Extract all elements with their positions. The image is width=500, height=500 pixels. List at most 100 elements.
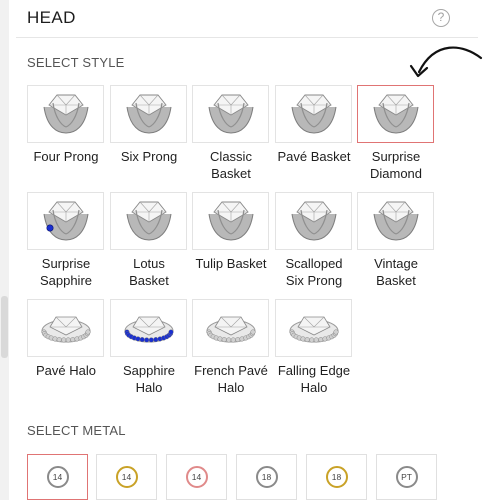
- style-label-line: Six Prong: [120, 149, 178, 164]
- ring-head-sapphire-halo-icon: [123, 316, 174, 343]
- style-option-label: Tulip Basket: [185, 255, 277, 289]
- metal-swatch-icon: 14: [46, 466, 69, 488]
- ring-head-vintage-basket-icon: [373, 201, 418, 241]
- style-option-label: Sapphire Halo: [103, 362, 195, 396]
- style-option-image[interactable]: [192, 192, 269, 250]
- style-option-label: Falling Edge Halo: [268, 362, 360, 396]
- style-option-image[interactable]: [27, 192, 104, 250]
- metal-swatch-icon: 18: [255, 466, 278, 488]
- style-option-label: Pavé Basket: [268, 148, 360, 182]
- style-option-pave-basket[interactable]: Pavé Basket: [275, 85, 352, 182]
- style-option-surprise-sapphire[interactable]: Surprise Sapphire: [27, 192, 104, 289]
- select-style-label: SELECT STYLE: [27, 55, 125, 70]
- style-option-label: Scalloped Six Prong: [268, 255, 360, 289]
- ring-head-four-prong-icon: [43, 94, 88, 134]
- style-option-image[interactable]: [357, 192, 434, 250]
- style-option-image[interactable]: [357, 85, 434, 143]
- style-option-label: Six Prong: [103, 148, 195, 182]
- style-option-scalloped-six-prong[interactable]: Scalloped Six Prong: [275, 192, 352, 289]
- style-label-line: [20, 165, 112, 182]
- metal-option-5[interactable]: PT: [376, 454, 437, 500]
- style-label-line: Halo: [135, 380, 163, 395]
- style-label-line: [20, 379, 112, 396]
- style-option-sapphire-halo[interactable]: Sapphire Halo: [110, 299, 187, 396]
- style-option-four-prong[interactable]: Four Prong: [27, 85, 104, 182]
- style-label-line: Halo: [217, 380, 245, 395]
- style-option-image[interactable]: [275, 192, 352, 250]
- style-option-image[interactable]: [275, 85, 352, 143]
- style-option-image[interactable]: [192, 85, 269, 143]
- style-option-label: Surprise Diamond: [350, 148, 442, 182]
- ring-head-pave-basket-icon: [291, 94, 336, 134]
- style-option-image[interactable]: [110, 299, 187, 357]
- style-label-line: Surprise: [41, 256, 91, 271]
- style-option-label: Pavé Halo: [20, 362, 112, 396]
- ring-head-pave-halo-icon: [40, 316, 91, 343]
- ring-head-lotus-basket-icon: [126, 201, 171, 241]
- style-label-line: Diamond: [369, 166, 423, 181]
- style-option-label: Vintage Basket: [350, 255, 442, 289]
- style-option-pave-halo[interactable]: Pavé Halo: [27, 299, 104, 396]
- style-label-line: Sapphire: [39, 273, 93, 288]
- style-label-line: Tulip Basket: [195, 256, 267, 271]
- style-option-image[interactable]: [192, 299, 269, 357]
- metal-option-3[interactable]: 18: [236, 454, 297, 500]
- style-option-image[interactable]: [27, 299, 104, 357]
- style-label-line: Basket: [211, 166, 251, 181]
- style-option-image[interactable]: [27, 85, 104, 143]
- metal-swatch-icon: PT: [395, 466, 418, 488]
- style-option-classic-basket[interactable]: Classic Basket: [192, 85, 269, 182]
- style-option-vintage-basket[interactable]: Vintage Basket: [357, 192, 434, 289]
- style-label-line: Six Prong: [285, 273, 343, 288]
- ring-head-tulip-basket-icon: [208, 201, 253, 241]
- style-option-tulip-basket[interactable]: Tulip Basket: [192, 192, 269, 289]
- curved-arrow-icon: [409, 46, 483, 78]
- style-label-line: Surprise: [371, 149, 421, 164]
- style-option-label: Lotus Basket: [103, 255, 195, 289]
- style-option-image[interactable]: [275, 299, 352, 357]
- style-option-image[interactable]: [110, 85, 187, 143]
- style-option-surprise-diamond[interactable]: Surprise Diamond: [357, 85, 434, 182]
- style-label-line: Basket: [129, 273, 169, 288]
- ring-head-falling-edge-halo-icon: [288, 316, 339, 343]
- metal-option-4[interactable]: 18: [306, 454, 367, 500]
- metal-swatch-icon: 14: [185, 466, 208, 488]
- style-label-line: [268, 165, 360, 182]
- metal-option-0[interactable]: 14: [27, 454, 88, 500]
- ring-head-scalloped-six-prong-icon: [291, 201, 336, 241]
- style-option-label: Surprise Sapphire: [20, 255, 112, 289]
- ring-head-french-pave-halo-icon: [205, 316, 256, 343]
- style-option-image[interactable]: [110, 192, 187, 250]
- style-option-label: Four Prong: [20, 148, 112, 182]
- metal-swatch-icon: 18: [325, 466, 348, 488]
- style-label-line: Lotus: [133, 256, 165, 271]
- style-label-line: Basket: [376, 273, 416, 288]
- style-option-french-pave-halo[interactable]: French Pavé Halo: [192, 299, 269, 396]
- section-title: HEAD: [27, 8, 76, 27]
- style-label-line: Halo: [300, 380, 328, 395]
- style-label-line: [185, 272, 277, 289]
- style-label-line: [103, 165, 195, 182]
- style-label-line: Sapphire: [122, 363, 176, 378]
- style-label-line: Four Prong: [33, 149, 99, 164]
- style-label-line: Pavé Basket: [277, 149, 351, 164]
- scrollbar-track[interactable]: [0, 0, 9, 500]
- style-label-line: Falling Edge: [277, 363, 351, 378]
- style-option-six-prong[interactable]: Six Prong: [110, 85, 187, 182]
- style-option-falling-edge-halo[interactable]: Falling Edge Halo: [275, 299, 352, 396]
- metal-option-1[interactable]: 14: [96, 454, 157, 500]
- select-metal-label: SELECT METAL: [27, 423, 126, 438]
- style-label-line: Vintage: [374, 256, 418, 271]
- style-option-label: Classic Basket: [185, 148, 277, 182]
- ring-head-six-prong-icon: [126, 94, 171, 134]
- metal-swatch-icon: 14: [115, 466, 138, 488]
- style-option-lotus-basket[interactable]: Lotus Basket: [110, 192, 187, 289]
- style-option-label: French Pavé Halo: [185, 362, 277, 396]
- style-label-line: French Pavé: [194, 363, 268, 378]
- scrollbar-thumb[interactable]: [1, 296, 8, 358]
- ring-head-surprise-sapphire-icon: [43, 201, 88, 241]
- header-divider: [16, 37, 478, 38]
- help-icon[interactable]: ?: [432, 9, 450, 27]
- metal-option-2[interactable]: 14: [166, 454, 227, 500]
- head-header: HEAD ?: [0, 0, 500, 38]
